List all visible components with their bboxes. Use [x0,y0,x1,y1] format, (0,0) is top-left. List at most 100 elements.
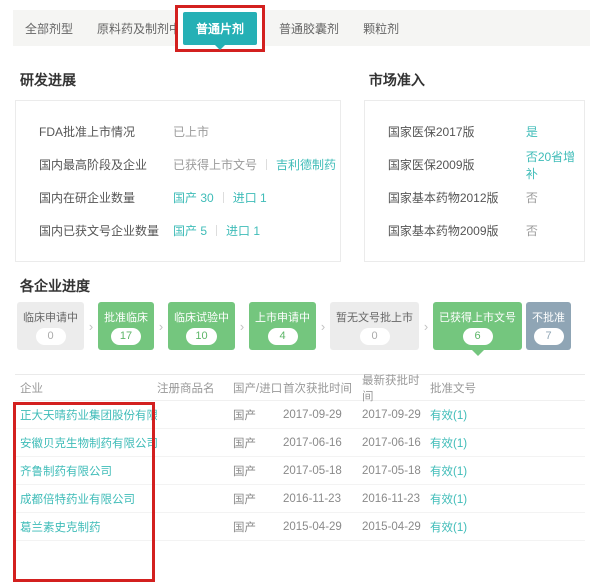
step-label: 已获得上市文号 [439,309,516,325]
approval-status-link[interactable]: 有效(1) [430,438,467,450]
col-header-company: 企业 [15,380,157,396]
table-row: 正大天晴药业集团股份有限公司 国产 2017-09-29 2017-09-29 … [15,401,585,429]
first-approval-cell: 2017-06-16 [283,437,362,449]
table-header-row: 企业 注册商品名 国产/进口 首次获批时间 最新获批时间 批准文号 [15,375,585,401]
latest-approval-cell: 2016-11-23 [362,493,430,505]
imported-count-link[interactable]: 进口 1 [233,191,267,205]
step-count-badge: 17 [111,328,141,345]
latest-approval-cell: 2017-05-18 [362,465,430,477]
essential-2009-value: 否 [526,222,538,239]
company-link[interactable]: 正大天晴药业集团股份有限公司 [20,410,157,422]
info-row-essential-drugs-2009: 国家基本药物2009版 否 [388,214,584,247]
rnd-progress-title: 研发进展 [20,70,341,90]
step-label: 临床申请中 [23,309,78,325]
latest-approval-cell: 2015-04-29 [362,521,430,533]
step-arrow-icon: › [237,319,247,334]
info-row-medicare-2017: 国家医保2017版 是 [388,115,584,148]
company-link[interactable]: 成都倍特药业有限公司 [20,494,135,506]
tab-all-dosage-forms[interactable]: 全部剂型 [13,20,85,37]
step-clinical-applying[interactable]: 临床申请中 0 [17,302,84,350]
origin-cell: 国产 [233,407,283,423]
info-label: FDA批准上市情况 [39,123,173,140]
medicare-2017-value[interactable]: 是 [526,123,538,140]
origin-cell: 国产 [233,519,283,535]
value-divider [266,159,267,170]
domestic-count-link[interactable]: 国产 30 [173,191,214,205]
step-arrow-icon: › [421,319,431,334]
info-row-domestic-in-research-count: 国内在研企业数量 国产 30 进口 1 [39,181,340,214]
info-label: 国家医保2017版 [388,123,526,140]
approval-status-link[interactable]: 有效(1) [430,522,467,534]
info-label: 国内已获文号企业数量 [39,222,173,239]
step-label: 上市申请中 [255,309,310,325]
info-label: 国家基本药物2012版 [388,189,526,206]
company-progress-steps: 临床申请中 0 › 批准临床 17 › 临床试验中 10 › 上市申请中 4 ›… [15,302,590,350]
tab-plain-capsule[interactable]: 普通胶囊剂 [267,20,351,37]
first-approval-cell: 2017-05-18 [283,465,362,477]
step-label: 暂无文号批上市 [336,309,413,325]
company-link[interactable]: 安徽贝克生物制药有限公司 [20,438,157,450]
approval-status-link[interactable]: 有效(1) [430,410,467,422]
step-count-badge: 0 [360,328,390,345]
domestic-count-link[interactable]: 国产 5 [173,224,207,238]
info-label: 国家基本药物2009版 [388,222,526,239]
tab-granule[interactable]: 颗粒剂 [351,20,411,37]
step-license-obtained[interactable]: 已获得上市文号 6 [433,302,522,350]
rnd-progress-card: FDA批准上市情况 已上市 国内最高阶段及企业 已获得上市文号吉利德制药 国内在… [15,100,341,262]
info-label: 国内最高阶段及企业 [39,156,173,173]
selected-tab-annotation-box: 普通片剂 [175,5,265,52]
market-access-section: 市场准入 国家医保2017版 是 国家医保2009版 否20省增补 国家基本药物… [364,70,585,262]
approval-status-link[interactable]: 有效(1) [430,466,467,478]
col-header-approval-no: 批准文号 [430,380,585,396]
step-count-badge: 10 [186,328,216,345]
step-count-badge: 4 [268,328,298,345]
table-row: 安徽贝克生物制药有限公司 国产 2017-06-16 2017-06-16 有效… [15,429,585,457]
company-link[interactable]: 吉利德制药 [276,158,336,172]
step-not-approved[interactable]: 不批准 7 [526,302,571,350]
info-row-domestic-highest-stage: 国内最高阶段及企业 已获得上市文号吉利德制药 [39,148,340,181]
col-header-brand: 注册商品名 [157,380,233,396]
dosage-form-tabbar: 全部剂型 原料药及制剂中间体 普通片剂 普通胶囊剂 颗粒剂 [13,10,590,46]
info-label: 国内在研企业数量 [39,189,173,206]
step-arrow-icon: › [86,319,96,334]
company-link[interactable]: 齐鲁制药有限公司 [20,466,112,478]
table-row: 成都倍特药业有限公司 国产 2016-11-23 2016-11-23 有效(1… [15,485,585,513]
info-row-domestic-licensed-count: 国内已获文号企业数量 国产 5 进口 1 [39,214,340,247]
origin-cell: 国产 [233,463,283,479]
first-approval-cell: 2016-11-23 [283,493,362,505]
medicare-2009-value[interactable]: 否20省增补 [526,148,584,182]
first-approval-cell: 2017-09-29 [283,409,362,421]
col-header-latest-approval: 最新获批时间 [362,372,430,404]
col-header-origin: 国产/进口 [233,380,283,396]
info-row-essential-drugs-2012: 国家基本药物2012版 否 [388,181,584,214]
step-arrow-icon: › [156,319,166,334]
step-approved-without-license[interactable]: 暂无文号批上市 0 [330,302,419,350]
col-header-first-approval: 首次获批时间 [283,380,362,396]
imported-count-link[interactable]: 进口 1 [226,224,260,238]
table-row: 齐鲁制药有限公司 国产 2017-05-18 2017-05-18 有效(1) [15,457,585,485]
company-table: 企业 注册商品名 国产/进口 首次获批时间 最新获批时间 批准文号 正大天晴药业… [15,374,585,541]
market-access-card: 国家医保2017版 是 国家医保2009版 否20省增补 国家基本药物2012版… [364,100,585,262]
value-divider [216,225,217,236]
info-row-medicare-2009: 国家医保2009版 否20省增补 [388,148,584,181]
step-label: 不批准 [532,309,565,325]
step-count-badge: 6 [463,328,493,345]
step-label: 批准临床 [104,309,148,325]
tab-plain-tablet[interactable]: 普通片剂 [183,12,257,45]
step-clinical-trial[interactable]: 临床试验中 10 [168,302,235,350]
first-approval-cell: 2015-04-29 [283,521,362,533]
latest-approval-cell: 2017-06-16 [362,437,430,449]
step-count-badge: 7 [534,328,564,345]
company-link[interactable]: 葛兰素史克制药 [20,522,101,534]
origin-cell: 国产 [233,491,283,507]
step-label: 临床试验中 [174,309,229,325]
step-clinical-approved[interactable]: 批准临床 17 [98,302,154,350]
step-marketing-applying[interactable]: 上市申请中 4 [249,302,316,350]
value-divider [223,192,224,203]
info-row-fda-status: FDA批准上市情况 已上市 [39,115,340,148]
approval-status-link[interactable]: 有效(1) [430,494,467,506]
rnd-progress-section: 研发进展 FDA批准上市情况 已上市 国内最高阶段及企业 已获得上市文号吉利德制… [15,70,341,262]
step-count-badge: 0 [36,328,66,345]
origin-cell: 国产 [233,435,283,451]
step-arrow-icon: › [318,319,328,334]
